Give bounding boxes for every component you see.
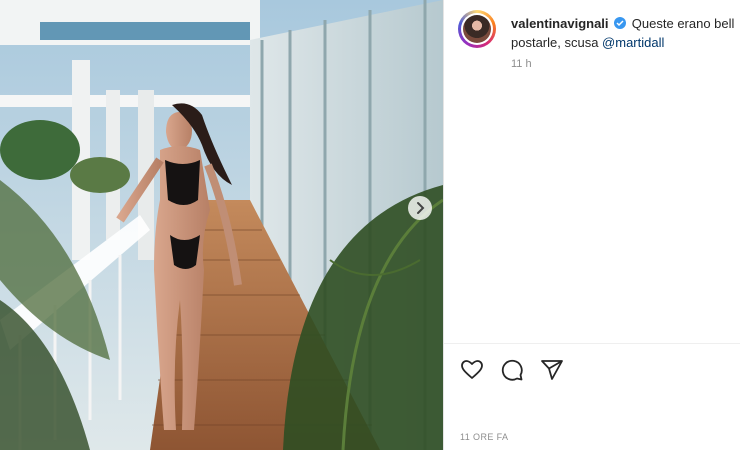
next-image-button[interactable] xyxy=(408,196,432,220)
verified-badge-icon xyxy=(614,17,627,29)
avatar-image xyxy=(463,15,491,43)
post-date: 11 ORE FA xyxy=(460,432,509,442)
post-caption: valentinavignali Queste erano bell posta… xyxy=(511,14,740,52)
share-button[interactable] xyxy=(540,358,564,382)
action-bar xyxy=(460,358,564,382)
chevron-right-icon xyxy=(417,202,425,214)
post-panel: valentinavignali Queste erano bell posta… xyxy=(443,0,740,450)
caption-text-line1: Queste erano bell xyxy=(631,16,735,31)
post-image xyxy=(0,0,443,450)
actions-divider xyxy=(444,343,740,344)
avatar-border xyxy=(461,13,493,45)
like-button[interactable] xyxy=(460,358,484,382)
post-photo[interactable] xyxy=(0,0,443,450)
relative-time: 11 h xyxy=(511,58,532,70)
username-link[interactable]: valentinavignali xyxy=(511,16,609,31)
heart-icon xyxy=(461,360,483,379)
share-icon xyxy=(541,360,563,380)
comment-icon xyxy=(501,359,523,381)
comment-button[interactable] xyxy=(500,358,524,382)
caption-text-line2: postarle, scusa xyxy=(511,35,603,50)
mention-link[interactable]: @martidall xyxy=(602,35,664,50)
avatar[interactable] xyxy=(458,10,496,48)
